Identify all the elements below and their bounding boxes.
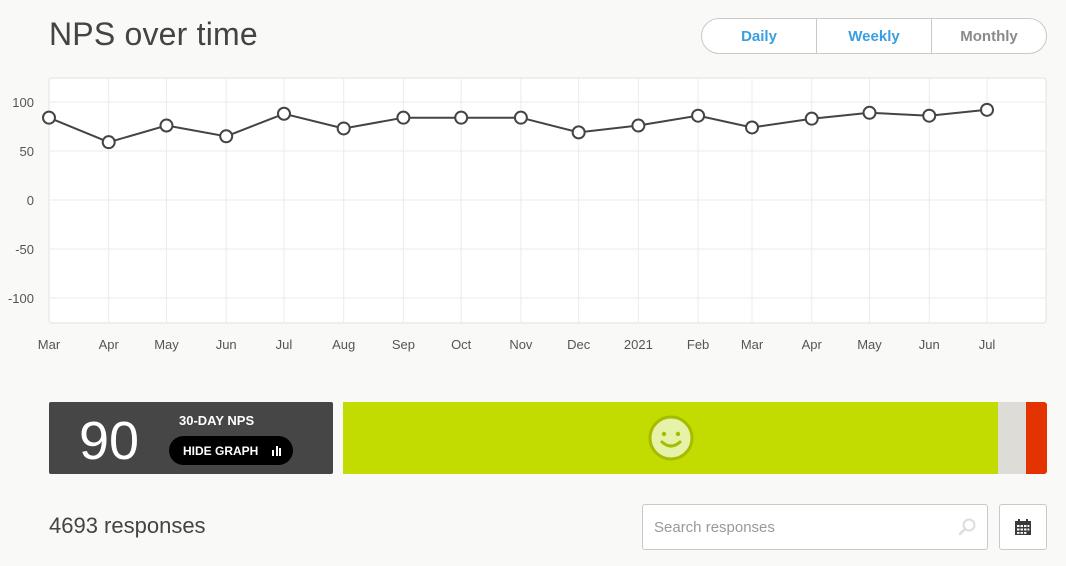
y-axis-ticks: 100 50 0 -50 -100 bbox=[8, 95, 34, 306]
y-tick-label: 100 bbox=[12, 95, 34, 110]
data-point[interactable] bbox=[513, 110, 528, 125]
nps-distribution-bar bbox=[343, 402, 1047, 474]
response-count: 4693 responses bbox=[49, 513, 206, 538]
promoters-segment bbox=[343, 402, 998, 474]
x-axis-ticks: Mar Apr May Jun Jul Aug Sep Oct Nov Dec 2021 Feb Mar… bbox=[38, 337, 996, 352]
x-tick-label: Aug bbox=[332, 337, 355, 352]
hide-graph-label: HIDE GRAPH bbox=[183, 443, 259, 458]
data-point[interactable] bbox=[980, 102, 994, 117]
data-point[interactable] bbox=[571, 125, 586, 140]
data-point[interactable] bbox=[101, 135, 116, 150]
x-tick-label: Feb bbox=[687, 337, 709, 352]
x-tick-label: Mar bbox=[38, 337, 61, 352]
search-icon[interactable] bbox=[957, 517, 977, 537]
x-tick-label: Jul bbox=[276, 337, 293, 352]
x-tick-label: Jun bbox=[919, 337, 940, 352]
search-input[interactable] bbox=[643, 505, 944, 549]
x-tick-label: Mar bbox=[741, 337, 764, 352]
detractors-segment bbox=[1025, 402, 1047, 474]
passives-segment bbox=[997, 402, 1026, 474]
smiley-icon bbox=[648, 415, 694, 461]
y-tick-label: -100 bbox=[8, 291, 34, 306]
x-tick-label: Dec bbox=[567, 337, 591, 352]
calendar-icon bbox=[1015, 519, 1031, 535]
data-point[interactable] bbox=[42, 110, 56, 125]
data-point[interactable] bbox=[862, 105, 877, 120]
x-tick-label: 2021 bbox=[624, 337, 653, 352]
x-tick-label: Apr bbox=[99, 337, 120, 352]
data-point[interactable] bbox=[631, 118, 646, 133]
x-tick-label: Oct bbox=[451, 337, 472, 352]
x-tick-label: May bbox=[154, 337, 179, 352]
bar-chart-icon bbox=[272, 445, 282, 456]
data-point[interactable] bbox=[922, 108, 937, 123]
x-tick-label: Sep bbox=[392, 337, 415, 352]
nps-line-chart: 100 50 0 -50 -100 Mar Apr May Jun Jul Aug Sep Oct No… bbox=[8, 77, 1047, 352]
data-point[interactable] bbox=[691, 108, 706, 123]
x-tick-label: Jul bbox=[979, 337, 996, 352]
y-tick-label: 0 bbox=[27, 193, 34, 208]
hide-graph-button[interactable]: HIDE GRAPH bbox=[169, 436, 293, 465]
data-point[interactable] bbox=[804, 111, 819, 126]
x-tick-label: Nov bbox=[509, 337, 533, 352]
data-point[interactable] bbox=[336, 121, 351, 136]
date-range-button[interactable] bbox=[999, 504, 1047, 550]
data-point[interactable] bbox=[276, 106, 291, 121]
tab-daily[interactable]: Daily bbox=[702, 19, 817, 53]
x-tick-label: May bbox=[857, 337, 882, 352]
data-point[interactable] bbox=[454, 110, 469, 125]
y-tick-label: 50 bbox=[20, 144, 34, 159]
score-label: 30-DAY NPS bbox=[179, 413, 255, 428]
y-tick-label: -50 bbox=[15, 242, 34, 257]
score-card: 90 30-DAY NPS HIDE GRAPH bbox=[49, 402, 333, 474]
data-point[interactable] bbox=[745, 120, 760, 135]
x-tick-label: Apr bbox=[802, 337, 823, 352]
tab-monthly[interactable]: Monthly bbox=[932, 19, 1046, 53]
tab-weekly[interactable]: Weekly bbox=[817, 19, 932, 53]
data-point[interactable] bbox=[159, 118, 174, 133]
x-tick-label: Jun bbox=[216, 337, 237, 352]
data-point[interactable] bbox=[396, 110, 411, 125]
page-title: NPS over time bbox=[49, 16, 258, 52]
nps-score: 90 bbox=[79, 411, 140, 471]
data-point[interactable] bbox=[219, 129, 234, 144]
search-field bbox=[642, 504, 988, 550]
granularity-toggle: Daily Weekly Monthly bbox=[701, 18, 1047, 54]
